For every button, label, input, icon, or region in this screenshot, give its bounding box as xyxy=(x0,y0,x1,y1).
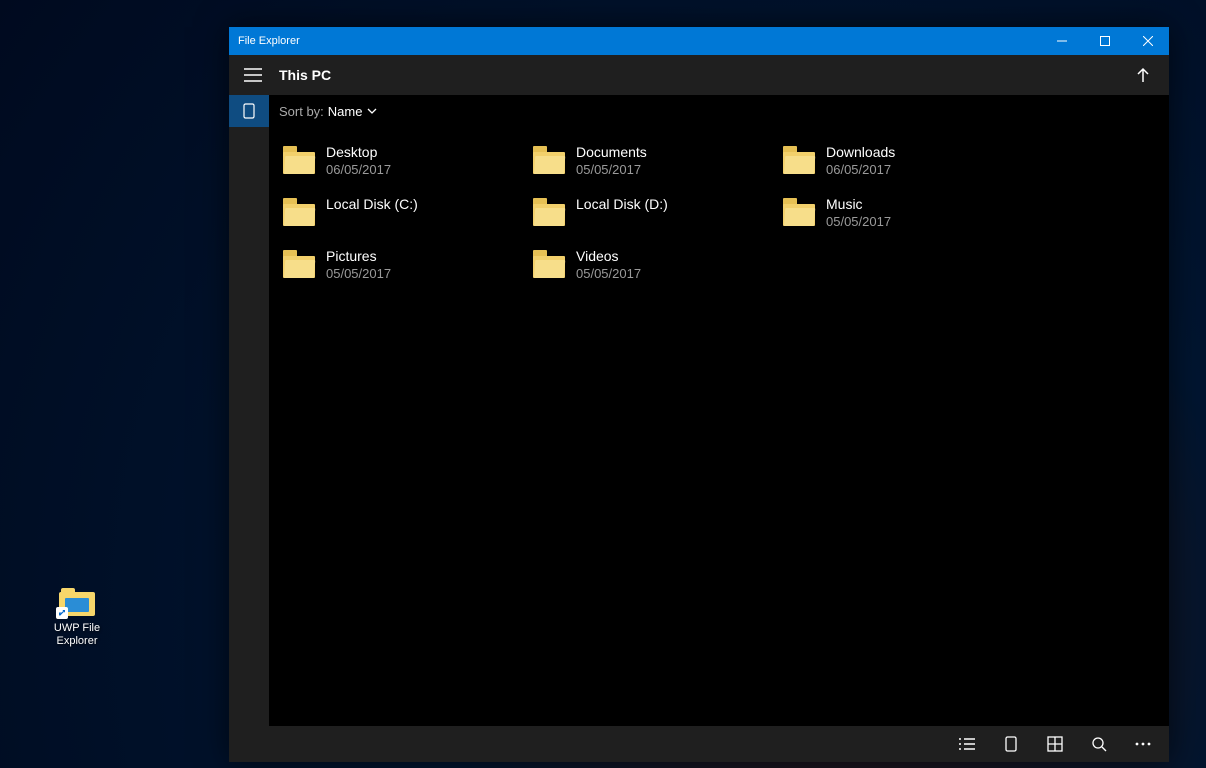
item-name: Local Disk (D:) xyxy=(576,195,668,213)
folder-icon xyxy=(283,250,315,278)
folder-icon xyxy=(533,250,565,278)
up-button[interactable] xyxy=(1123,55,1163,95)
sort-by-value: Name xyxy=(328,104,363,119)
close-button[interactable] xyxy=(1126,27,1169,55)
folder-icon xyxy=(533,146,565,174)
folder-icon xyxy=(783,146,815,174)
folder-icon xyxy=(283,146,315,174)
hamburger-menu-button[interactable] xyxy=(235,55,271,95)
folder-item[interactable]: Local Disk (C:) xyxy=(279,189,529,241)
folder-icon xyxy=(283,198,315,226)
chevron-down-icon xyxy=(367,108,377,114)
titlebar[interactable]: File Explorer xyxy=(229,27,1169,55)
command-bar xyxy=(229,726,1169,762)
breadcrumb[interactable]: This PC xyxy=(279,67,331,83)
desktop-shortcut-label: UWP File Explorer xyxy=(54,622,100,648)
folder-item[interactable]: Desktop06/05/2017 xyxy=(279,137,529,189)
item-date: 05/05/2017 xyxy=(576,265,641,282)
sort-button[interactable]: Sort by: Name xyxy=(279,104,377,119)
search-button[interactable] xyxy=(1077,726,1121,762)
file-explorer-window: File Explorer This PC xyxy=(229,27,1169,762)
folder-item[interactable]: Videos05/05/2017 xyxy=(529,241,779,293)
minimize-button[interactable] xyxy=(1040,27,1083,55)
sidebar xyxy=(229,95,269,726)
folder-shortcut-icon xyxy=(59,586,95,616)
maximize-button[interactable] xyxy=(1083,27,1126,55)
item-name: Documents xyxy=(576,143,647,161)
item-name: Pictures xyxy=(326,247,391,265)
folder-item[interactable]: Documents05/05/2017 xyxy=(529,137,779,189)
desktop-shortcut-uwp-file-explorer[interactable]: UWP File Explorer xyxy=(44,586,110,648)
device-icon xyxy=(242,103,256,119)
sort-by-label: Sort by: xyxy=(279,104,324,119)
header-bar: This PC xyxy=(229,55,1169,95)
folder-item[interactable]: Pictures05/05/2017 xyxy=(279,241,529,293)
more-button[interactable] xyxy=(1121,726,1165,762)
item-date: 06/05/2017 xyxy=(326,161,391,178)
folder-icon xyxy=(783,198,815,226)
folder-item[interactable]: Local Disk (D:) xyxy=(529,189,779,241)
item-date: 06/05/2017 xyxy=(826,161,895,178)
sort-row: Sort by: Name xyxy=(269,95,1169,127)
item-name: Downloads xyxy=(826,143,895,161)
view-device-button[interactable] xyxy=(989,726,1033,762)
sidebar-tab-this-pc[interactable] xyxy=(229,95,269,127)
folder-item[interactable]: Downloads06/05/2017 xyxy=(779,137,1029,189)
item-date: 05/05/2017 xyxy=(326,265,391,282)
window-title: File Explorer xyxy=(229,35,300,47)
item-date: 05/05/2017 xyxy=(826,213,891,230)
item-name: Local Disk (C:) xyxy=(326,195,418,213)
main-panel: Sort by: Name Desktop06/05/2017Documents… xyxy=(269,95,1169,726)
view-grid-button[interactable] xyxy=(1033,726,1077,762)
item-name: Videos xyxy=(576,247,641,265)
item-date: 05/05/2017 xyxy=(576,161,647,178)
folder-item[interactable]: Music05/05/2017 xyxy=(779,189,1029,241)
ellipsis-icon xyxy=(1135,742,1151,746)
search-icon xyxy=(1091,736,1107,752)
folder-icon xyxy=(533,198,565,226)
item-name: Desktop xyxy=(326,143,391,161)
view-list-button[interactable] xyxy=(945,726,989,762)
items-grid: Desktop06/05/2017Documents05/05/2017Down… xyxy=(269,127,1169,303)
item-name: Music xyxy=(826,195,891,213)
